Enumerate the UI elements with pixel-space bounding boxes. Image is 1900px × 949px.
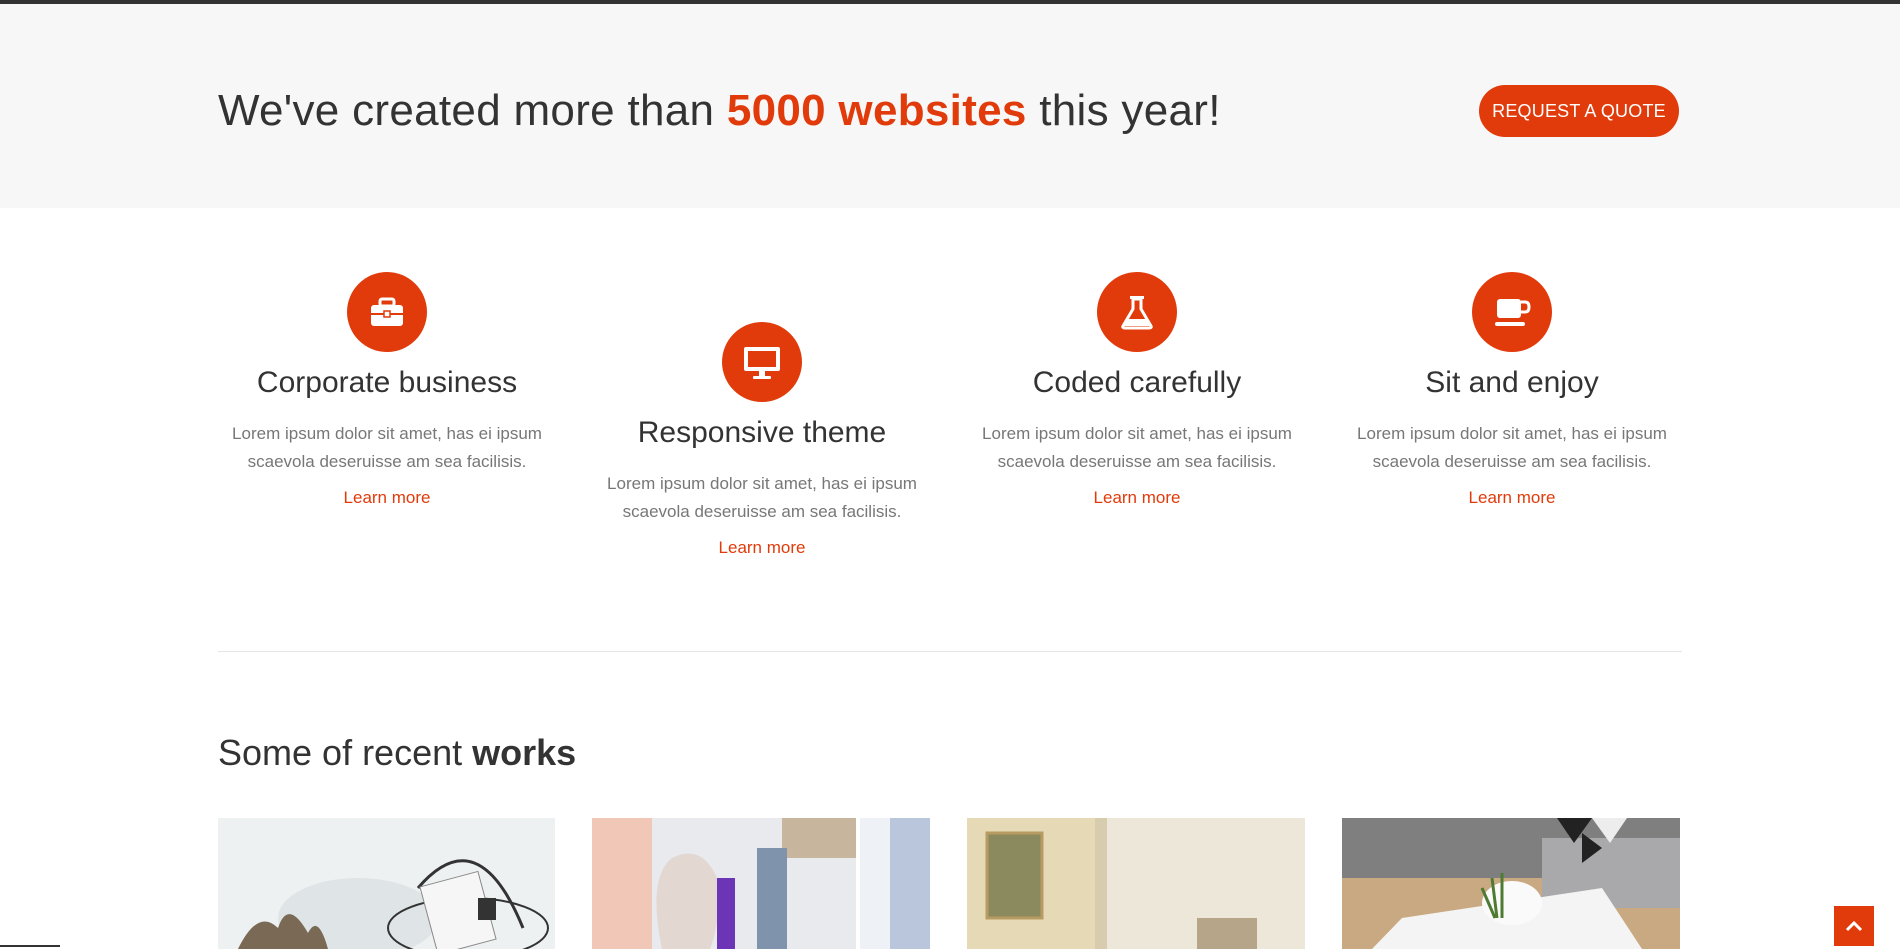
learn-more-link[interactable]: Learn more <box>1469 488 1556 508</box>
feature-sit-and-enjoy: Sit and enjoy Lorem ipsum dolor sit amet… <box>1342 272 1682 508</box>
banner-headline: We've created more than 5000 websites th… <box>218 86 1221 136</box>
work-thumbnail-living-room[interactable] <box>1342 818 1680 949</box>
feature-title: Sit and enjoy <box>1425 366 1599 399</box>
scroll-to-top-button[interactable] <box>1834 906 1874 946</box>
promo-banner: We've created more than 5000 websites th… <box>0 4 1900 208</box>
headline-prefix: We've created more than <box>218 86 727 135</box>
feature-description: Lorem ipsum dolor sit amet, has ei ipsum… <box>1357 424 1667 471</box>
request-quote-button[interactable]: REQUEST A QUOTE <box>1479 85 1679 137</box>
monitor-icon <box>722 322 802 402</box>
work-thumbnail-vase[interactable] <box>592 818 856 949</box>
briefcase-icon <box>347 272 427 352</box>
feature-description: Lorem ipsum dolor sit amet, has ei ipsum… <box>607 474 917 521</box>
feature-responsive-theme: Responsive theme Lorem ipsum dolor sit a… <box>592 322 932 558</box>
bottom-border <box>0 945 60 947</box>
feature-coded-carefully: Coded carefully Lorem ipsum dolor sit am… <box>967 272 1307 508</box>
work-thumbnail-window[interactable] <box>860 818 930 949</box>
flask-icon <box>1097 272 1177 352</box>
works-gallery <box>0 818 1900 949</box>
chevron-up-icon <box>1845 920 1863 932</box>
feature-description: Lorem ipsum dolor sit amet, has ei ipsum… <box>232 424 542 471</box>
work-thumbnail-interior[interactable] <box>967 818 1305 949</box>
headline-suffix: this year! <box>1026 86 1221 135</box>
feature-description: Lorem ipsum dolor sit amet, has ei ipsum… <box>982 424 1292 471</box>
works-title-prefix: Some of recent <box>218 732 473 773</box>
feature-title: Corporate business <box>256 366 518 399</box>
feature-title: Coded carefully <box>1032 366 1242 399</box>
coffee-cup-icon <box>1472 272 1552 352</box>
recent-works-heading: Some of recent works <box>218 732 576 774</box>
feature-corporate-business: Corporate business Lorem ipsum dolor sit… <box>217 272 557 508</box>
headline-highlight: 5000 websites <box>726 86 1027 135</box>
works-title-bold: works <box>472 732 577 773</box>
section-divider <box>218 651 1682 652</box>
feature-title: Responsive theme <box>637 416 887 449</box>
learn-more-link[interactable]: Learn more <box>719 538 806 558</box>
work-thumbnail-basket[interactable] <box>218 818 555 949</box>
learn-more-link[interactable]: Learn more <box>344 488 431 508</box>
learn-more-link[interactable]: Learn more <box>1094 488 1181 508</box>
